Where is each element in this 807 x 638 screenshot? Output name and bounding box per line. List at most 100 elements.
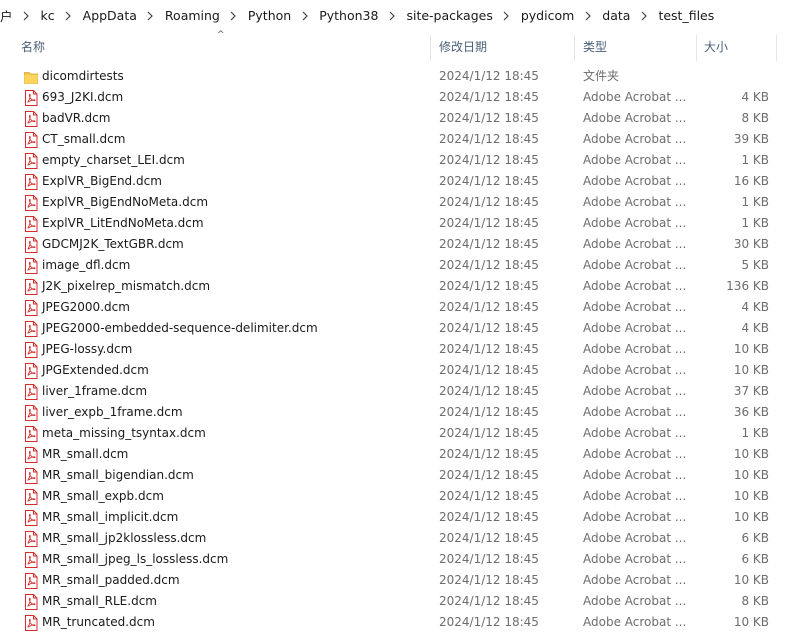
breadcrumb-item[interactable]: site-packages bbox=[401, 8, 497, 23]
file-row[interactable]: badVR.dcm 2024/1/12 18:45 Adobe Acrobat ..… bbox=[0, 108, 807, 129]
file-name: 693_J2KI.dcm bbox=[42, 90, 124, 104]
file-row[interactable]: MR_small_RLE.dcm 2024/1/12 18:45 Adobe Acr… bbox=[0, 591, 807, 612]
sort-ascending-icon[interactable]: ^ bbox=[217, 30, 225, 40]
file-type: Adobe Acrobat ... bbox=[583, 237, 687, 251]
column-header-type[interactable]: 类型 bbox=[583, 33, 607, 63]
file-modified-date: 2024/1/12 18:45 bbox=[439, 111, 539, 125]
breadcrumb-item[interactable]: AppData bbox=[78, 8, 142, 23]
file-row[interactable]: 693_J2KI.dcm 2024/1/12 18:45 Adobe Acrobat… bbox=[0, 87, 807, 108]
file-row[interactable]: liver_1frame.dcm 2024/1/12 18:45 Adobe Acr… bbox=[0, 381, 807, 402]
file-row[interactable]: meta_missing_tsyntax.dcm 2024/1/12 18:45 A… bbox=[0, 423, 807, 444]
file-name: image_dfl.dcm bbox=[42, 258, 131, 272]
column-divider[interactable] bbox=[776, 35, 777, 61]
file-type: Adobe Acrobat ... bbox=[583, 531, 687, 545]
column-header-name[interactable]: 名称 bbox=[21, 33, 45, 63]
pdf-file-icon bbox=[24, 153, 38, 169]
file-size: 1 KB bbox=[741, 426, 769, 440]
column-divider[interactable] bbox=[574, 35, 575, 61]
pdf-file-icon bbox=[24, 426, 38, 442]
pdf-file-icon bbox=[24, 384, 38, 400]
file-size: 30 KB bbox=[733, 237, 769, 251]
file-row[interactable]: liver_expb_1frame.dcm 2024/1/12 18:45 Adob… bbox=[0, 402, 807, 423]
file-row[interactable]: MR_small_jp2klossless.dcm 2024/1/12 18:45… bbox=[0, 528, 807, 549]
pdf-file-icon bbox=[24, 531, 38, 547]
file-modified-date: 2024/1/12 18:45 bbox=[439, 615, 539, 629]
chevron-right-icon[interactable] bbox=[498, 9, 516, 22]
file-row[interactable]: JPEG-lossy.dcm 2024/1/12 18:45 Adobe Acrob… bbox=[0, 339, 807, 360]
file-size: 8 KB bbox=[741, 594, 769, 608]
column-header-size[interactable]: 大小 bbox=[704, 33, 728, 63]
file-row[interactable]: MR_truncated.dcm 2024/1/12 18:45 Adobe Acr… bbox=[0, 612, 807, 633]
chevron-right-icon[interactable] bbox=[579, 9, 597, 22]
chevron-right-icon[interactable] bbox=[383, 9, 401, 22]
file-row[interactable]: ExplVR_LitEndNoMeta.dcm 2024/1/12 18:45 Ad… bbox=[0, 213, 807, 234]
file-type: Adobe Acrobat ... bbox=[583, 111, 687, 125]
file-row[interactable]: GDCMJ2K_TextGBR.dcm 2024/1/12 18:45 Adobe … bbox=[0, 234, 807, 255]
breadcrumb-item[interactable]: data bbox=[597, 8, 635, 23]
file-row[interactable]: ExplVR_BigEnd.dcm 2024/1/12 18:45 Adobe Ac… bbox=[0, 171, 807, 192]
file-row[interactable]: JPEG2000.dcm 2024/1/12 18:45 Adobe Acrobat… bbox=[0, 297, 807, 318]
file-modified-date: 2024/1/12 18:45 bbox=[439, 132, 539, 146]
file-name: liver_expb_1frame.dcm bbox=[42, 405, 183, 419]
file-row[interactable]: MR_small_jpeg_ls_lossless.dcm 2024/1/12 1… bbox=[0, 549, 807, 570]
breadcrumb-item[interactable]: test_files bbox=[653, 8, 719, 23]
pdf-file-icon bbox=[24, 594, 38, 610]
file-type: Adobe Acrobat ... bbox=[583, 384, 687, 398]
file-row[interactable]: MR_small_implicit.dcm 2024/1/12 18:45 Adob… bbox=[0, 507, 807, 528]
column-divider[interactable] bbox=[430, 35, 431, 61]
file-name: MR_small.dcm bbox=[42, 447, 129, 461]
file-row[interactable]: image_dfl.dcm 2024/1/12 18:45 Adobe Acroba… bbox=[0, 255, 807, 276]
file-row[interactable]: ExplVR_BigEndNoMeta.dcm 2024/1/12 18:45 Ad… bbox=[0, 192, 807, 213]
file-type: Adobe Acrobat ... bbox=[583, 258, 687, 272]
breadcrumb-item[interactable]: pydicom bbox=[516, 8, 579, 23]
file-name: MR_small_jpeg_ls_lossless.dcm bbox=[42, 552, 229, 566]
file-name: MR_small_expb.dcm bbox=[42, 489, 164, 503]
file-name: ExplVR_LitEndNoMeta.dcm bbox=[42, 216, 204, 230]
chevron-right-icon[interactable] bbox=[60, 9, 78, 22]
breadcrumb-item[interactable]: Roaming bbox=[160, 8, 225, 23]
file-name: MR_small_RLE.dcm bbox=[42, 594, 157, 608]
file-type: Adobe Acrobat ... bbox=[583, 552, 687, 566]
breadcrumb-item[interactable]: 户 bbox=[0, 6, 18, 25]
pdf-file-icon bbox=[24, 195, 38, 211]
file-name: badVR.dcm bbox=[42, 111, 111, 125]
column-divider[interactable] bbox=[696, 35, 697, 61]
chevron-right-icon[interactable] bbox=[142, 9, 160, 22]
file-row[interactable]: JPEG2000-embedded-sequence-delimiter.dcm… bbox=[0, 318, 807, 339]
file-row[interactable]: MR_small_padded.dcm 2024/1/12 18:45 Adobe … bbox=[0, 570, 807, 591]
chevron-right-icon[interactable] bbox=[296, 9, 314, 22]
chevron-right-icon[interactable] bbox=[635, 9, 653, 22]
file-row[interactable]: MR_small_bigendian.dcm 2024/1/12 18:45 Ado… bbox=[0, 465, 807, 486]
breadcrumb-item[interactable]: Python bbox=[243, 8, 296, 23]
file-row[interactable]: J2K_pixelrep_mismatch.dcm 2024/1/12 18:45… bbox=[0, 276, 807, 297]
file-size: 10 KB bbox=[733, 468, 769, 482]
pdf-file-icon bbox=[24, 132, 38, 148]
file-modified-date: 2024/1/12 18:45 bbox=[439, 279, 539, 293]
file-name: empty_charset_LEI.dcm bbox=[42, 153, 185, 167]
breadcrumb-item[interactable]: Python38 bbox=[314, 8, 383, 23]
pdf-file-icon bbox=[24, 510, 38, 526]
pdf-file-icon bbox=[24, 615, 38, 631]
file-row[interactable]: MR_small_expb.dcm 2024/1/12 18:45 Adobe Ac… bbox=[0, 486, 807, 507]
file-name: MR_small_bigendian.dcm bbox=[42, 468, 194, 482]
file-type: Adobe Acrobat ... bbox=[583, 363, 687, 377]
file-size: 10 KB bbox=[733, 510, 769, 524]
file-type: Adobe Acrobat ... bbox=[583, 132, 687, 146]
file-type: Adobe Acrobat ... bbox=[583, 216, 687, 230]
pdf-file-icon bbox=[24, 279, 38, 295]
file-row[interactable]: empty_charset_LEI.dcm 2024/1/12 18:45 Adob… bbox=[0, 150, 807, 171]
file-type: Adobe Acrobat ... bbox=[583, 174, 687, 188]
file-row[interactable]: dicomdirtests 2024/1/12 18:45 文件夹 bbox=[0, 66, 807, 87]
file-row[interactable]: JPGExtended.dcm 2024/1/12 18:45 Adobe Acro… bbox=[0, 360, 807, 381]
file-row[interactable]: CT_small.dcm 2024/1/12 18:45 Adobe Acrobat… bbox=[0, 129, 807, 150]
file-size: 37 KB bbox=[733, 384, 769, 398]
chevron-right-icon[interactable] bbox=[225, 9, 243, 22]
column-header-date[interactable]: 修改日期 bbox=[439, 33, 487, 63]
chevron-right-icon[interactable] bbox=[18, 9, 36, 22]
file-modified-date: 2024/1/12 18:45 bbox=[439, 258, 539, 272]
file-modified-date: 2024/1/12 18:45 bbox=[439, 384, 539, 398]
file-row[interactable]: MR_small.dcm 2024/1/12 18:45 Adobe Acrobat… bbox=[0, 444, 807, 465]
breadcrumb-item[interactable]: kc bbox=[36, 8, 60, 23]
pdf-file-icon bbox=[24, 300, 38, 316]
file-modified-date: 2024/1/12 18:45 bbox=[439, 216, 539, 230]
